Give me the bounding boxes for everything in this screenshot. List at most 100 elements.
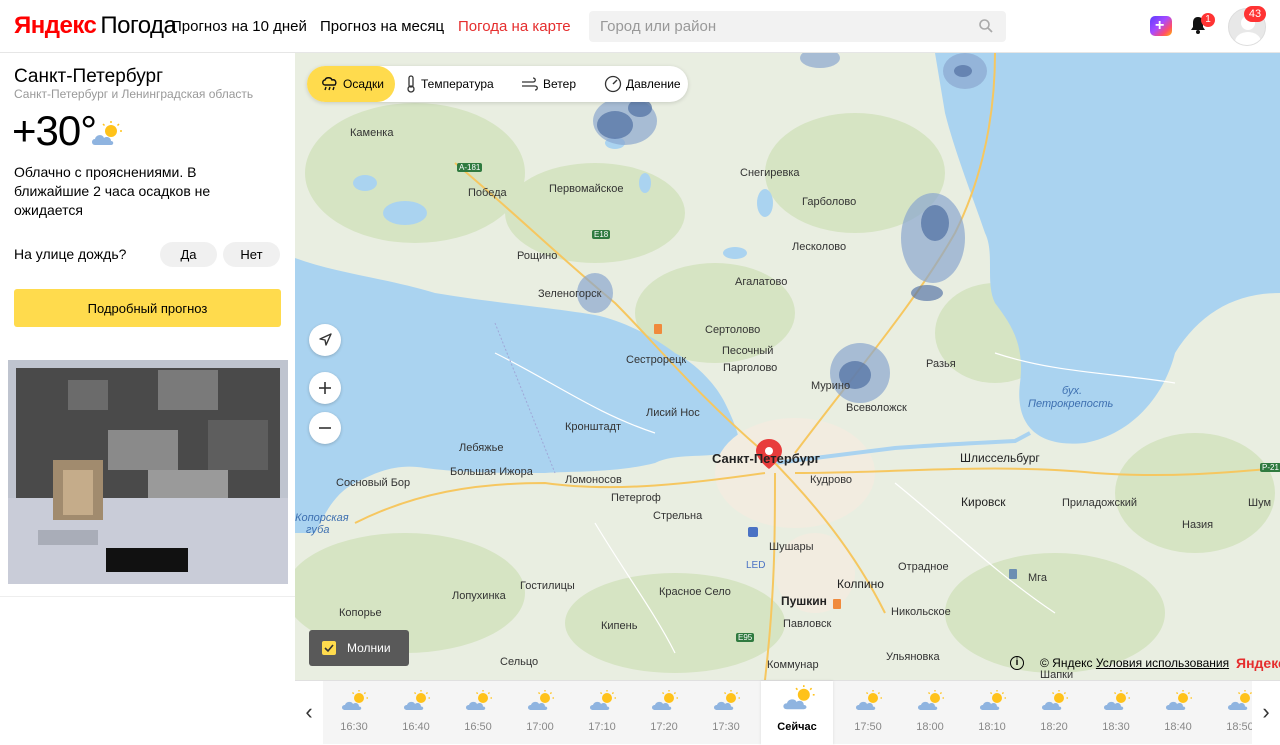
map-label: Рощино [517, 250, 558, 262]
info-icon[interactable]: i [1010, 656, 1024, 670]
detailed-forecast-button[interactable]: Подробный прогноз [14, 289, 281, 327]
map-label: Разья [926, 358, 956, 370]
cloud-sun-icon [856, 690, 882, 710]
map-label: Гарболово [802, 196, 857, 208]
zoom-out-button[interactable] [309, 412, 341, 444]
rain-yes-button[interactable]: Да [160, 242, 217, 267]
timeline-slot[interactable]: 17:00 [509, 681, 571, 745]
timeline-slot[interactable]: 18:40 [1147, 681, 1209, 745]
notification-badge: 1 [1201, 13, 1215, 27]
map-label: Никольское [891, 606, 951, 618]
current-temperature: +30° [12, 107, 97, 154]
nav-10-days[interactable]: Прогноз на 10 дней [171, 18, 307, 35]
timeline-slot-time: 17:20 [650, 721, 678, 733]
timeline-slot[interactable]: 18:00 [899, 681, 961, 745]
timeline-slot[interactable]: 17:20 [633, 681, 695, 745]
timeline-slot-time: 18:40 [1164, 721, 1192, 733]
map-label: Сельцо [500, 656, 539, 668]
timeline-next-button[interactable]: › [1252, 681, 1280, 745]
timeline-slot[interactable]: 17:10 [571, 681, 633, 745]
cloud-sun-icon [652, 690, 678, 710]
timeline-slot[interactable]: 18:20 [1023, 681, 1085, 745]
map-label: бух. [1062, 385, 1083, 397]
map-label: Копорская [295, 512, 349, 524]
timeline-slot-time: Сейчас [777, 721, 817, 733]
forecast-timeline: ‹ 16:30 16:40 16:50 17:00 17:10 17:20 17… [295, 680, 1280, 745]
timeline-slot-now[interactable]: Сейчас [761, 681, 833, 745]
map-label: Кипень [601, 620, 638, 632]
logo-brand: Яндекс [14, 12, 97, 39]
geolocate-button[interactable] [309, 324, 341, 356]
nav-month[interactable]: Прогноз на месяц [320, 18, 444, 35]
layer-pressure[interactable]: Давление [604, 66, 688, 102]
timeline-slot[interactable]: 16:50 [447, 681, 509, 745]
map-label: Красное Село [659, 586, 731, 598]
map-label: Назия [1182, 519, 1214, 531]
weather-map[interactable]: Каменка A-181 Победа Первомайское Снегир… [295, 53, 1280, 680]
timeline-slot[interactable]: 18:10 [961, 681, 1023, 745]
timeline-slot[interactable]: 17:30 [695, 681, 757, 745]
checkmark-icon [324, 644, 334, 653]
map-label: Ломоносов [565, 474, 622, 486]
search-icon[interactable] [978, 18, 994, 34]
lightning-toggle[interactable]: Молнии [309, 630, 409, 666]
city-name: Санкт-Петербург [14, 66, 164, 87]
cloud-sun-icon [980, 690, 1006, 710]
search-input[interactable] [589, 11, 959, 42]
layer-wind[interactable]: Ветер [521, 66, 591, 102]
timeline-slot[interactable]: 16:40 [385, 681, 447, 745]
divider [0, 596, 295, 597]
map-label: Шушары [769, 541, 814, 553]
yandex-map-logo[interactable]: Яндекс [1236, 655, 1280, 671]
map-label: Павловск [783, 618, 832, 630]
map-label: Сестрорецк [626, 354, 687, 366]
map-label: Парголово [723, 362, 778, 374]
header: Яндекс Погода Прогноз на 10 дней Прогноз … [0, 0, 1280, 53]
map-label: Песочный [722, 345, 774, 357]
timeline-slot[interactable]: 16:30 [323, 681, 385, 745]
timeline-slot-time: 16:50 [464, 721, 492, 733]
map-label: Копорье [339, 607, 382, 619]
map-label: Агалатово [735, 276, 788, 288]
avatar-badge: 43 [1244, 6, 1266, 22]
layer-temperature[interactable]: Температура [405, 66, 509, 102]
map-label: Шум [1248, 497, 1272, 509]
timeline-slot-time: 17:00 [526, 721, 554, 733]
map-label: Петрокрепость [1028, 398, 1114, 410]
cloud-sun-icon [1104, 690, 1130, 710]
map-label: Стрельна [653, 510, 703, 522]
timeline-slot-time: 18:10 [978, 721, 1006, 733]
timeline-slot[interactable]: 18:30 [1085, 681, 1147, 745]
plus-icon[interactable]: + [1150, 16, 1172, 36]
advertisement-image[interactable] [8, 360, 288, 584]
search-box [589, 11, 1006, 42]
map-label: Колпино [837, 577, 884, 591]
cloud-sun-icon [1166, 690, 1192, 710]
chevron-left-icon: ‹ [305, 699, 313, 724]
rain-question: На улице дождь? [14, 246, 127, 262]
map-label: Каменка [350, 127, 394, 139]
map-label: Снегиревка [740, 167, 800, 179]
map-label: Шлиссельбург [960, 451, 1040, 465]
rain-no-button[interactable]: Нет [223, 242, 280, 267]
map-label: Петергоф [611, 492, 661, 504]
plus-zoom-icon [319, 382, 331, 394]
map-label: Кудрово [810, 474, 853, 486]
yandex-weather-logo[interactable]: Яндекс Погода [14, 12, 177, 40]
map-label: Лесколово [792, 241, 847, 253]
layer-precipitation[interactable]: Осадки [307, 66, 395, 102]
lightning-label: Молнии [347, 641, 391, 655]
zoom-in-button[interactable] [309, 372, 341, 404]
map-label: Первомайское [549, 183, 624, 195]
timeline-prev-button[interactable]: ‹ [295, 681, 323, 745]
sidebar: Санкт-Петербург Санкт-Петербург и Ленинг… [0, 53, 295, 744]
lightning-checkbox[interactable] [322, 641, 336, 655]
timeline-slot[interactable]: 17:50 [837, 681, 899, 745]
terms-link[interactable]: Условия использования [1096, 656, 1229, 670]
timeline-slot-time: 18:20 [1040, 721, 1068, 733]
map-label: Гостилицы [520, 580, 575, 592]
timeline-slot-time: 17:10 [588, 721, 616, 733]
cloud-sun-icon [404, 690, 430, 710]
map-label: Отрадное [898, 561, 949, 573]
nav-map[interactable]: Погода на карте [458, 18, 571, 35]
